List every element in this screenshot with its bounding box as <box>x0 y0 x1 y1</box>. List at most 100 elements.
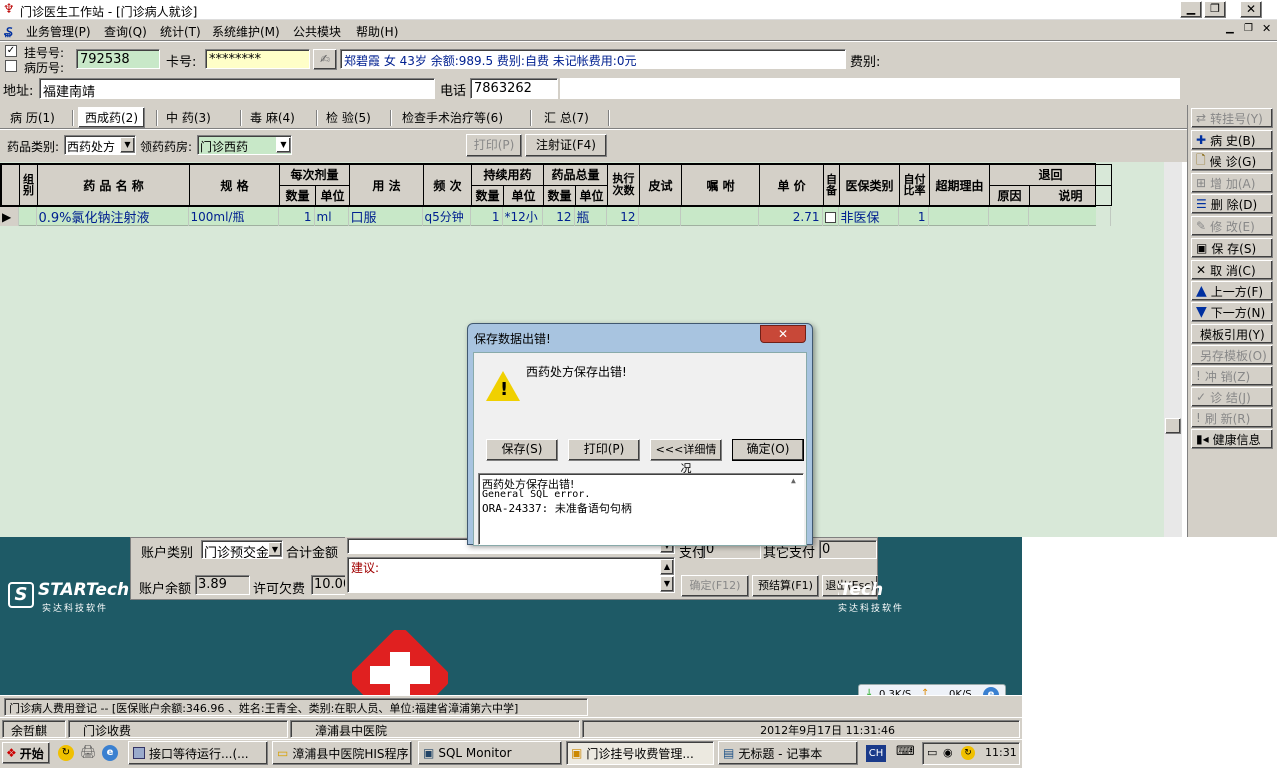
pharmacy-select[interactable]: 门诊西药 ▼ <box>197 135 292 155</box>
reg-checkbox[interactable]: ✓ <box>5 45 17 57</box>
chevron-down-icon[interactable]: ▼ <box>276 137 291 153</box>
phone-input[interactable]: 7863262 <box>470 78 558 99</box>
card-number-input[interactable]: ******** <box>205 49 310 69</box>
health-info-button[interactable]: ▮◂ 健康信息 <box>1191 429 1273 449</box>
tray-icon-3[interactable]: ↻ <box>961 746 975 760</box>
quicklaunch-icon-1[interactable]: ↻ <box>58 745 74 761</box>
add-button[interactable]: ⊞ 增 加(A) <box>1191 173 1273 193</box>
next-prescription-button[interactable]: ▼ 下一方(N) <box>1191 302 1273 322</box>
tab-summary[interactable]: 汇 总(7) <box>538 107 595 127</box>
menu-public[interactable]: 公共模块 <box>293 23 341 40</box>
card-read-button[interactable]: ✍ <box>313 49 337 70</box>
cell-dose-unit[interactable]: ml <box>314 207 349 226</box>
cell-unit-price[interactable]: 2.71 <box>758 207 823 226</box>
dialog-print-button[interactable]: 打印(P) <box>568 439 640 461</box>
tray-icon-2[interactable]: ◉ <box>943 746 953 759</box>
cell-skin-test[interactable] <box>638 207 681 226</box>
cell-spec[interactable]: 100ml/瓶 <box>188 207 279 226</box>
menu-query[interactable]: 查询(Q) <box>104 23 147 40</box>
delete-button[interactable]: ☰ 删 除(D) <box>1191 194 1273 214</box>
restore-button[interactable]: ❐ <box>1204 1 1226 18</box>
quicklaunch-icon-2[interactable]: 🖨 <box>80 745 97 760</box>
account-type-select[interactable]: 门诊预交金 ▼ <box>201 540 283 559</box>
waiting-button[interactable]: 🗋 候 诊(G) <box>1191 151 1273 171</box>
injection-cert-button[interactable]: 注射证(F4) <box>525 134 607 157</box>
save-button[interactable]: ▣ 保 存(S) <box>1191 238 1273 258</box>
dialog-save-button[interactable]: 保存(S) <box>486 439 558 461</box>
minimize-button[interactable]: ▁ <box>1180 1 1202 18</box>
reverse-button[interactable]: ! 冲 销(Z) <box>1191 366 1273 386</box>
cell-usage[interactable]: 口服 <box>348 207 423 226</box>
template-apply-button[interactable]: 模板引用(Y) <box>1191 324 1273 344</box>
cancel-button[interactable]: ✕ 取 消(C) <box>1191 260 1273 280</box>
tab-western-medicine[interactable]: 西成药(2) <box>78 107 145 128</box>
pre-settle-button[interactable]: 预结算(F1) <box>752 575 819 597</box>
chevron-down-icon[interactable]: ▼ <box>268 542 282 557</box>
cell-dose-qty[interactable]: 1 <box>278 207 315 226</box>
scroll-down-icon[interactable]: ▼ <box>660 576 674 592</box>
scroll-up-icon[interactable]: ▲ <box>660 559 674 575</box>
cell-total-unit[interactable]: 瓶 <box>574 207 607 226</box>
mdi-minimize-button[interactable]: ▁ <box>1226 23 1234 34</box>
menu-business[interactable]: 业务管理(P) <box>26 23 91 40</box>
dialog-ok-button[interactable]: 确定(O) <box>732 439 804 461</box>
mdi-restore-button[interactable]: ❐ <box>1244 23 1253 34</box>
tab-narcotics[interactable]: 毒 麻(4) <box>244 107 301 127</box>
other-pay-input[interactable]: 0 <box>819 540 877 559</box>
grid-scrollbar[interactable] <box>1164 162 1182 537</box>
tab-chinese-medicine[interactable]: 中 药(3) <box>160 107 217 127</box>
taskbar-item-sqlmonitor[interactable]: ▣ SQL Monitor <box>418 741 562 765</box>
tab-exam[interactable]: 检查手术治疗等(6) <box>396 107 509 127</box>
start-button[interactable]: ❖ 开始 <box>2 742 50 764</box>
advice-textarea[interactable]: 建议: ▲ ▼ <box>347 557 675 593</box>
language-indicator[interactable]: CH <box>866 745 886 762</box>
address-input[interactable]: 福建南靖 <box>39 78 435 100</box>
history-button[interactable]: ✚ 病 史(B) <box>1191 130 1273 150</box>
keyboard-icon[interactable]: ⌨ <box>896 744 915 759</box>
chevron-down-icon[interactable]: ▼ <box>120 137 135 153</box>
cell-return-desc[interactable] <box>1028 207 1111 226</box>
modify-button[interactable]: ✎ 修 改(E) <box>1191 216 1273 236</box>
scroll-up-icon[interactable]: ▲ <box>791 476 796 485</box>
taskbar-item-notepad[interactable]: ▤ 无标题 - 记事本 <box>718 741 858 765</box>
menu-stats[interactable]: 统计(T) <box>160 23 201 40</box>
finish-visit-button[interactable]: ✓ 诊 结(J) <box>1191 387 1273 407</box>
cell-total-qty[interactable]: 12 <box>542 207 575 226</box>
confirm-button[interactable]: 确定(F12) <box>681 575 749 597</box>
cell-overdue-reason[interactable] <box>928 207 989 226</box>
credit-allowed-input[interactable]: 10.00 <box>311 575 347 595</box>
cell-insurance-type[interactable]: 非医保 <box>838 207 899 226</box>
cell-exec-count[interactable]: 12 <box>606 207 639 226</box>
ie-icon[interactable]: e <box>102 745 118 761</box>
taskbar-item-charge[interactable]: ▣ 门诊挂号收费管理... <box>566 741 714 765</box>
balance-input[interactable]: 3.89 <box>195 575 250 595</box>
table-row[interactable]: ▶ 0.9%氯化钠注射液 100ml/瓶 1 ml 口服 q5分钟 1 *12小… <box>0 207 1111 226</box>
cell-self-supplied-checkbox[interactable] <box>822 207 839 226</box>
print-button[interactable]: 打印(P) <box>466 134 522 157</box>
reg-number-input[interactable]: 792538 <box>76 49 160 69</box>
save-as-template-button[interactable]: 另存模板(O) <box>1191 345 1273 365</box>
tab-lab[interactable]: 检 验(5) <box>320 107 377 127</box>
refresh-button[interactable]: ! 刷 新(R) <box>1191 408 1273 428</box>
drug-category-select[interactable]: 西药处方 ▼ <box>64 135 136 155</box>
mdi-close-button[interactable]: ✕ <box>1262 22 1271 35</box>
cell-cont-qty[interactable]: 1 <box>470 207 503 226</box>
cell-cont-unit[interactable]: *12小 <box>502 207 543 226</box>
record-checkbox[interactable] <box>5 60 17 72</box>
cell-frequency[interactable]: q5分钟 <box>422 207 471 226</box>
cell-self-pay-ratio[interactable]: 1 <box>898 207 929 226</box>
cell-drug-name[interactable]: 0.9%氯化钠注射液 <box>36 207 189 226</box>
taskbar-item-his[interactable]: ▭ 漳浦县中医院HIS程序 <box>272 741 412 765</box>
dialog-detail-button[interactable]: <<<详细情况 <box>650 439 722 475</box>
taskbar-item-interface[interactable]: 接口等待运行...(... <box>128 741 268 765</box>
menu-maintain[interactable]: 系统维护(M) <box>212 23 280 40</box>
cell-return-reason[interactable] <box>988 207 1029 226</box>
cell-instructions[interactable] <box>680 207 759 226</box>
tab-history[interactable]: 病 历(1) <box>4 107 61 127</box>
previous-prescription-button[interactable]: ▲ 上一方(F) <box>1191 281 1273 301</box>
close-button[interactable]: ✕ <box>1240 1 1262 18</box>
dialog-close-button[interactable]: ✕ <box>760 325 806 343</box>
menu-help[interactable]: 帮助(H) <box>356 23 398 40</box>
tray-icon-1[interactable]: ▭ <box>927 746 937 759</box>
scroll-thumb[interactable] <box>1165 418 1181 434</box>
